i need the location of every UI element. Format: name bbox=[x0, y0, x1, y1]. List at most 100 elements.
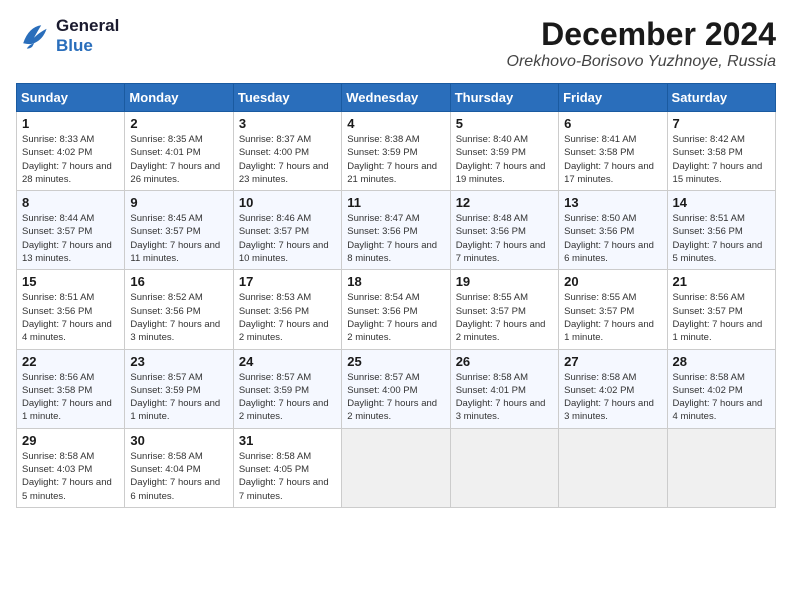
daylight-label: Daylight: 7 hours and 3 minutes. bbox=[130, 319, 220, 343]
calendar-cell: 22Sunrise: 8:56 AMSunset: 3:58 PMDayligh… bbox=[17, 349, 125, 428]
location-title: Orekhovo-Borisovo Yuzhnoye, Russia bbox=[507, 53, 776, 71]
daylight-label: Daylight: 7 hours and 2 minutes. bbox=[456, 319, 546, 343]
calendar-cell: 24Sunrise: 8:57 AMSunset: 3:59 PMDayligh… bbox=[233, 349, 341, 428]
day-number: 18 bbox=[347, 274, 444, 289]
month-title: December 2024 bbox=[507, 16, 776, 53]
sunrise-label: Sunrise: 8:45 AM bbox=[130, 213, 202, 224]
sunset-label: Sunset: 3:56 PM bbox=[347, 306, 417, 317]
day-info: Sunrise: 8:58 AMSunset: 4:02 PMDaylight:… bbox=[564, 371, 661, 424]
sunrise-label: Sunrise: 8:48 AM bbox=[456, 213, 528, 224]
calendar-cell bbox=[559, 428, 667, 507]
calendar-cell: 21Sunrise: 8:56 AMSunset: 3:57 PMDayligh… bbox=[667, 270, 775, 349]
sunset-label: Sunset: 3:58 PM bbox=[564, 147, 634, 158]
day-info: Sunrise: 8:40 AM Sunset: 3:59 PM Daylight:… bbox=[456, 133, 553, 186]
sunset-label: Sunset: 4:04 PM bbox=[130, 464, 200, 475]
header-day-monday: Monday bbox=[125, 84, 233, 112]
day-info: Sunrise: 8:50 AMSunset: 3:56 PMDaylight:… bbox=[564, 212, 661, 265]
sunset-label: Sunset: 3:59 PM bbox=[347, 147, 417, 158]
sunset-label: Sunset: 3:57 PM bbox=[239, 226, 309, 237]
daylight-label: Daylight: 7 hours and 4 minutes. bbox=[673, 398, 763, 422]
calendar-cell: 3Sunrise: 8:37 AMSunset: 4:00 PMDaylight… bbox=[233, 112, 341, 191]
calendar-cell: 29Sunrise: 8:58 AMSunset: 4:03 PMDayligh… bbox=[17, 428, 125, 507]
calendar-cell: 30Sunrise: 8:58 AMSunset: 4:04 PMDayligh… bbox=[125, 428, 233, 507]
sunrise-label: Sunrise: 8:57 AM bbox=[239, 372, 311, 383]
day-number: 8 bbox=[22, 195, 119, 210]
sunset-label: Sunset: 4:02 PM bbox=[564, 385, 634, 396]
sunrise-label: Sunrise: 8:40 AM bbox=[456, 134, 528, 145]
sunset-label: Sunset: 3:56 PM bbox=[239, 306, 309, 317]
day-info: Sunrise: 8:41 AMSunset: 3:58 PMDaylight:… bbox=[564, 133, 661, 186]
calendar-week-5: 29Sunrise: 8:58 AMSunset: 4:03 PMDayligh… bbox=[17, 428, 776, 507]
day-info: Sunrise: 8:56 AM Sunset: 3:57 PM Daylight:… bbox=[673, 291, 770, 344]
daylight-label: Daylight: 7 hours and 2 minutes. bbox=[239, 398, 329, 422]
day-number: 25 bbox=[347, 354, 444, 369]
day-number: 2 bbox=[130, 116, 227, 131]
calendar-cell: 27Sunrise: 8:58 AMSunset: 4:02 PMDayligh… bbox=[559, 349, 667, 428]
header-day-sunday: Sunday bbox=[17, 84, 125, 112]
sunset-label: Sunset: 3:59 PM bbox=[130, 385, 200, 396]
calendar-cell: 18Sunrise: 8:54 AMSunset: 3:56 PMDayligh… bbox=[342, 270, 450, 349]
daylight-label: Daylight: 7 hours and 2 minutes. bbox=[347, 398, 437, 422]
sunset-label: Sunset: 3:57 PM bbox=[22, 226, 92, 237]
sunrise-label: Sunrise: 8:57 AM bbox=[347, 372, 419, 383]
calendar-cell: 17Sunrise: 8:53 AMSunset: 3:56 PMDayligh… bbox=[233, 270, 341, 349]
daylight-label: Daylight: 7 hours and 1 minute. bbox=[673, 319, 763, 343]
daylight-label: Daylight: 7 hours and 2 minutes. bbox=[347, 319, 437, 343]
calendar-week-3: 15Sunrise: 8:51 AMSunset: 3:56 PMDayligh… bbox=[17, 270, 776, 349]
day-number: 29 bbox=[22, 433, 119, 448]
sunset-label: Sunset: 3:57 PM bbox=[130, 226, 200, 237]
day-info: Sunrise: 8:58 AMSunset: 4:01 PMDaylight:… bbox=[456, 371, 553, 424]
day-number: 6 bbox=[564, 116, 661, 131]
calendar-week-2: 8 Sunrise: 8:44 AM Sunset: 3:57 PM Daylight… bbox=[17, 191, 776, 270]
day-info: Sunrise: 8:55 AMSunset: 3:57 PMDaylight:… bbox=[456, 291, 553, 344]
calendar-cell: 9Sunrise: 8:45 AMSunset: 3:57 PMDaylight… bbox=[125, 191, 233, 270]
day-number: 23 bbox=[130, 354, 227, 369]
calendar-cell bbox=[342, 428, 450, 507]
calendar-cell: 28Sunrise: 8:58 AMSunset: 4:02 PMDayligh… bbox=[667, 349, 775, 428]
sunset-label: Sunset: 3:59 PM bbox=[456, 147, 526, 158]
sunset-label: Sunset: 3:58 PM bbox=[22, 385, 92, 396]
daylight-label: Daylight: 7 hours and 3 minutes. bbox=[564, 398, 654, 422]
daylight-label: Daylight: 7 hours and 19 minutes. bbox=[456, 161, 546, 185]
day-number: 5 bbox=[456, 116, 553, 131]
daylight-label: Daylight: 7 hours and 23 minutes. bbox=[239, 161, 329, 185]
sunrise-label: Sunrise: 8:58 AM bbox=[22, 451, 94, 462]
day-info: Sunrise: 8:37 AMSunset: 4:00 PMDaylight:… bbox=[239, 133, 336, 186]
day-number: 1 bbox=[22, 116, 119, 131]
daylight-label: Daylight: 7 hours and 4 minutes. bbox=[22, 319, 112, 343]
daylight-label: Daylight: 7 hours and 1 minute. bbox=[22, 398, 112, 422]
daylight-label: Daylight: 7 hours and 8 minutes. bbox=[347, 240, 437, 264]
sunrise-label: Sunrise: 8:47 AM bbox=[347, 213, 419, 224]
sunrise-label: Sunrise: 8:44 AM bbox=[22, 213, 94, 224]
calendar-table: SundayMondayTuesdayWednesdayThursdayFrid… bbox=[16, 83, 776, 508]
day-number: 26 bbox=[456, 354, 553, 369]
day-number: 7 bbox=[673, 116, 770, 131]
logo-text: General Blue bbox=[56, 16, 119, 56]
sunset-label: Sunset: 3:56 PM bbox=[456, 226, 526, 237]
calendar-week-1: 1Sunrise: 8:33 AMSunset: 4:02 PMDaylight… bbox=[17, 112, 776, 191]
daylight-label: Daylight: 7 hours and 7 minutes. bbox=[456, 240, 546, 264]
sunset-label: Sunset: 4:01 PM bbox=[456, 385, 526, 396]
logo-icon bbox=[16, 18, 52, 54]
header-day-thursday: Thursday bbox=[450, 84, 558, 112]
sunrise-label: Sunrise: 8:56 AM bbox=[673, 292, 745, 303]
day-info: Sunrise: 8:56 AMSunset: 3:58 PMDaylight:… bbox=[22, 371, 119, 424]
sunset-label: Sunset: 3:57 PM bbox=[673, 306, 743, 317]
daylight-label: Daylight: 7 hours and 10 minutes. bbox=[239, 240, 329, 264]
sunrise-label: Sunrise: 8:42 AM bbox=[673, 134, 745, 145]
daylight-label: Daylight: 7 hours and 21 minutes. bbox=[347, 161, 437, 185]
daylight-label: Daylight: 7 hours and 28 minutes. bbox=[22, 161, 112, 185]
sunset-label: Sunset: 4:05 PM bbox=[239, 464, 309, 475]
calendar-cell: 26 Sunrise: 8:58 AMSunset: 4:01 PMDayligh… bbox=[450, 349, 558, 428]
day-info: Sunrise: 8:44 AMSunset: 3:57 PMDaylight:… bbox=[22, 212, 119, 265]
sunrise-label: Sunrise: 8:55 AM bbox=[564, 292, 636, 303]
day-number: 13 bbox=[564, 195, 661, 210]
day-info: Sunrise: 8:42 AMSunset: 3:58 PMDaylight:… bbox=[673, 133, 770, 186]
sunset-label: Sunset: 3:56 PM bbox=[564, 226, 634, 237]
page-header: General Blue December 2024 Orekhovo-Bori… bbox=[16, 16, 776, 71]
calendar-cell bbox=[667, 428, 775, 507]
daylight-label: Daylight: 7 hours and 1 minute. bbox=[564, 319, 654, 343]
sunset-label: Sunset: 3:56 PM bbox=[130, 306, 200, 317]
day-number: 16 bbox=[130, 274, 227, 289]
header-day-saturday: Saturday bbox=[667, 84, 775, 112]
